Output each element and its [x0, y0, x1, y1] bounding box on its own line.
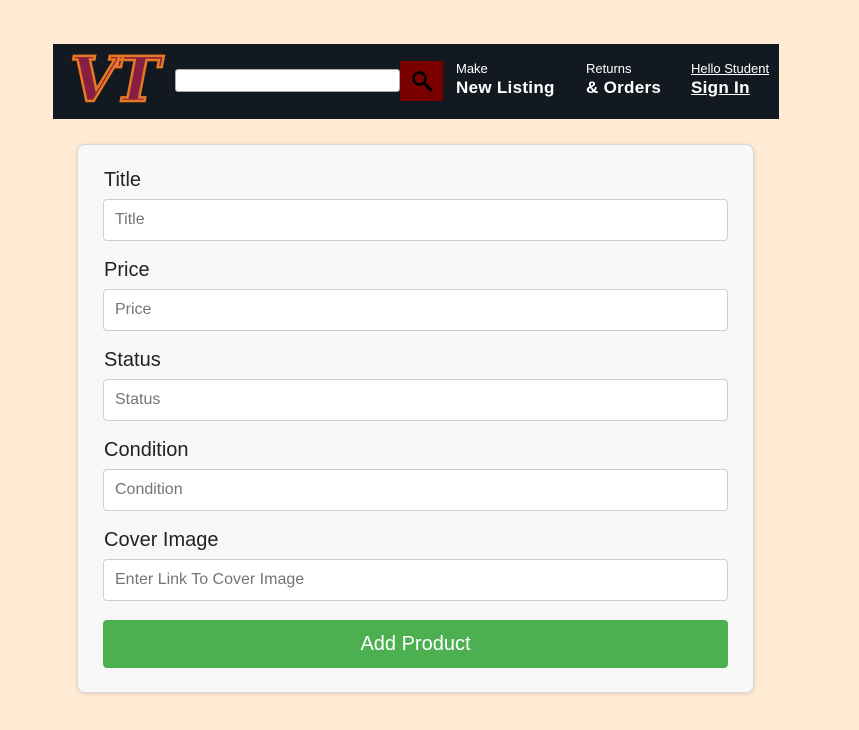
returns-small-label: Returns: [586, 61, 632, 76]
price-input[interactable]: [103, 289, 728, 331]
title-label: Title: [104, 169, 142, 191]
returns-orders-link[interactable]: Returns & Orders: [586, 61, 661, 99]
logo-text: VT: [70, 49, 164, 109]
navbar: VT Make New Listing Returns & Orders Hel…: [53, 44, 779, 119]
new-listing-small-label: Make: [456, 61, 488, 76]
search-button[interactable]: [400, 61, 443, 101]
vt-logo[interactable]: VT: [55, 49, 173, 109]
condition-input[interactable]: [103, 469, 728, 511]
add-product-form: Title Price Status Condition Cover Image…: [77, 144, 754, 693]
cover-image-label: Cover Image: [104, 529, 219, 551]
orders-label: & Orders: [586, 78, 662, 97]
title-input[interactable]: [103, 199, 728, 241]
new-listing-label: New Listing: [456, 78, 555, 97]
sign-in-label: Sign In: [691, 78, 750, 97]
status-input[interactable]: [103, 379, 728, 421]
price-label: Price: [104, 259, 150, 281]
search-input[interactable]: [175, 69, 400, 92]
cover-image-input[interactable]: [103, 559, 728, 601]
sign-in-link[interactable]: Hello Student Sign In: [691, 61, 769, 99]
status-label: Status: [104, 349, 161, 371]
new-listing-link[interactable]: Make New Listing: [456, 61, 555, 99]
add-product-button[interactable]: Add Product: [103, 620, 728, 668]
greeting-label: Hello Student: [691, 61, 770, 76]
condition-label: Condition: [104, 439, 189, 461]
search-icon: [411, 71, 433, 92]
